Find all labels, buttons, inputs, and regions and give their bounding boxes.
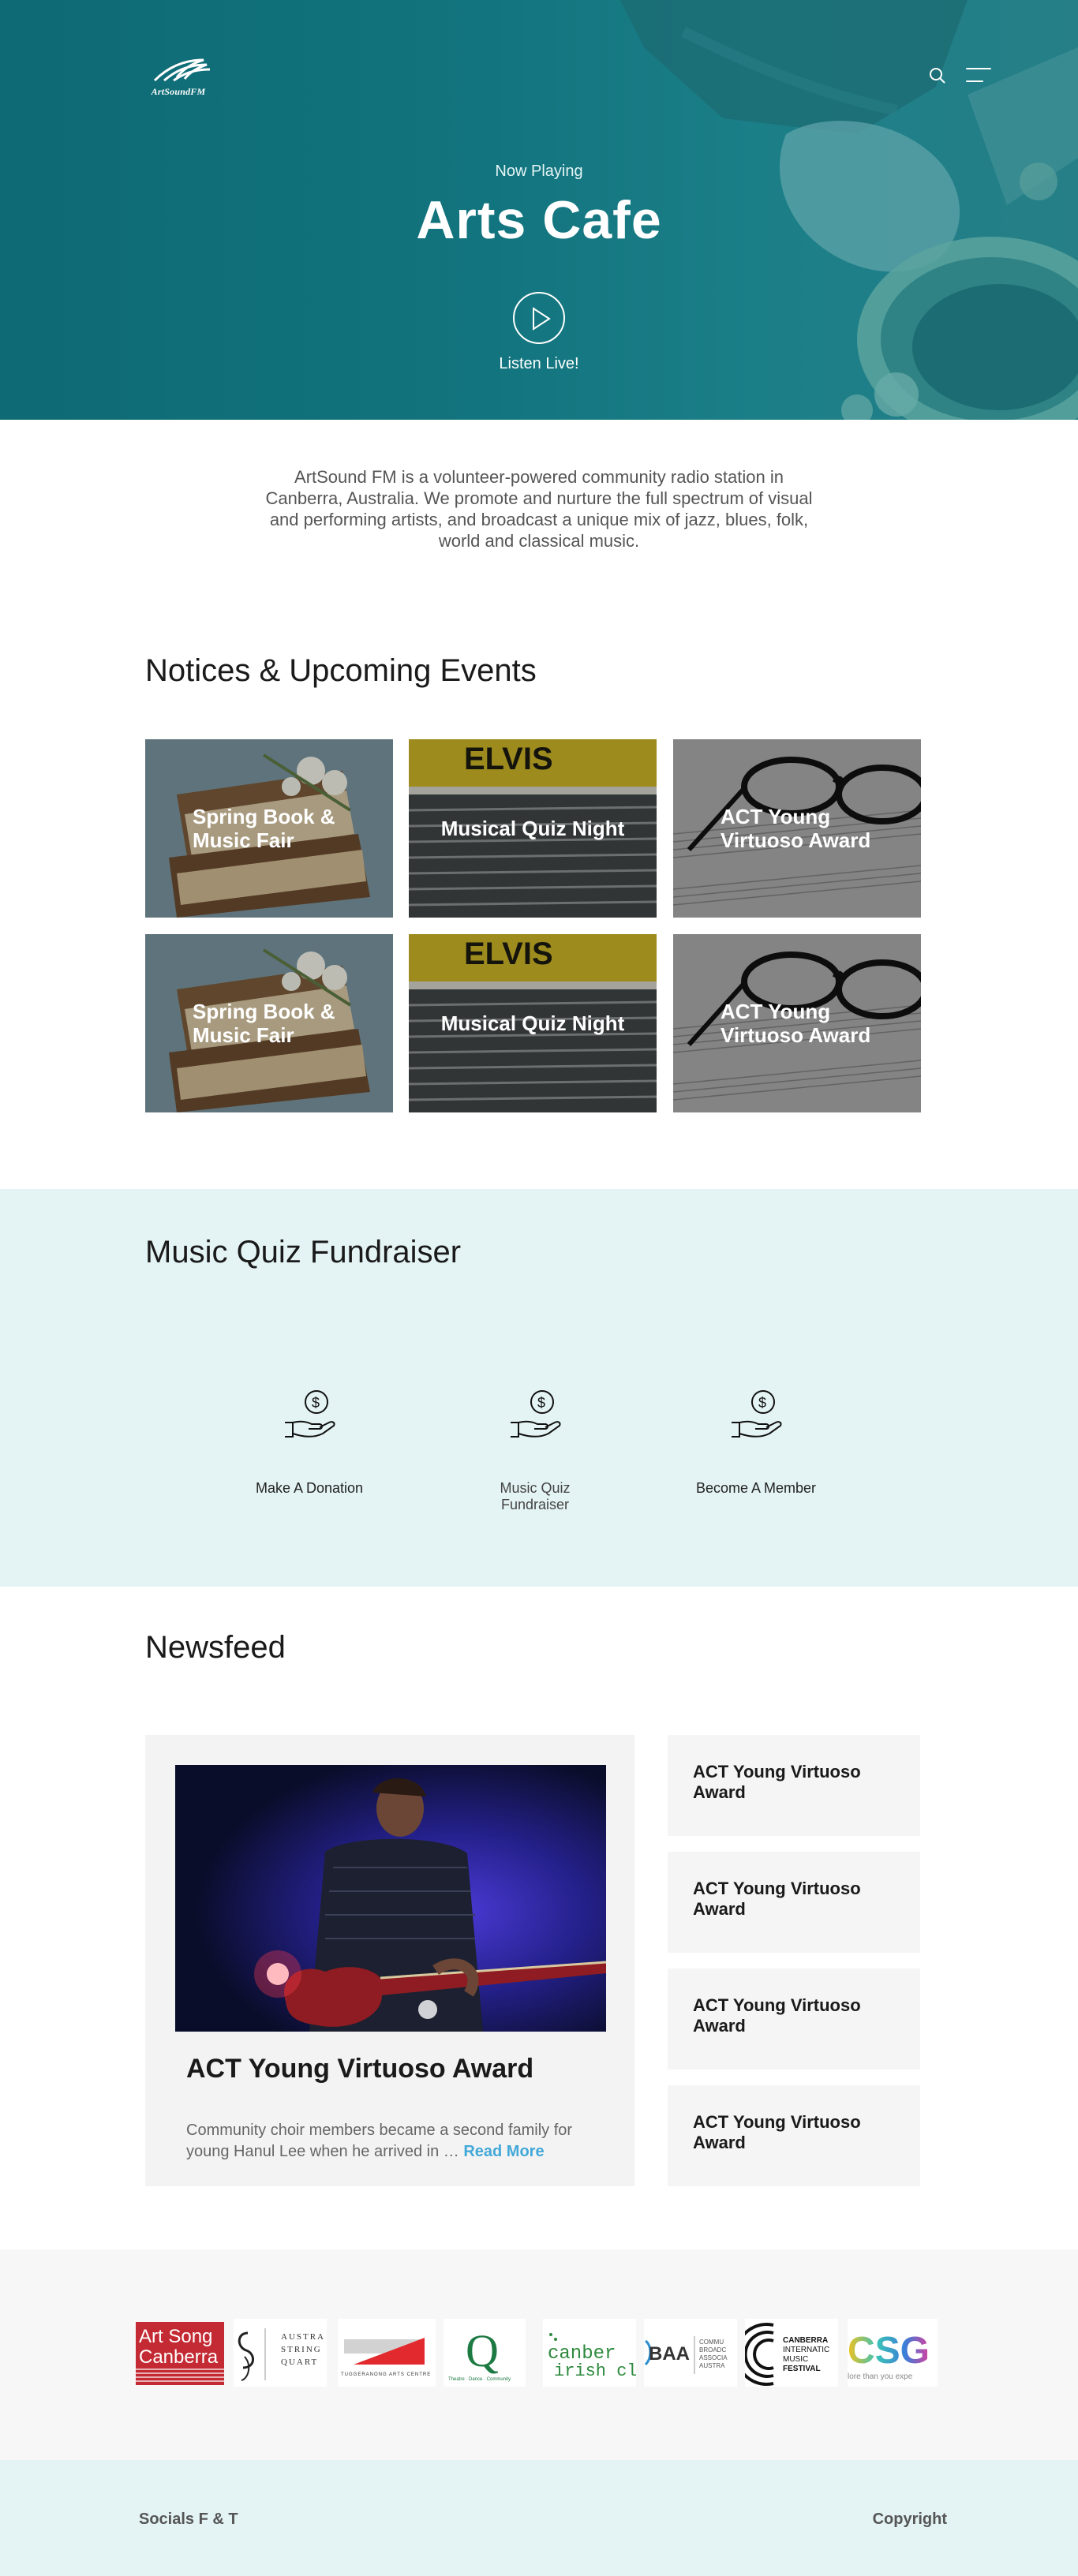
logo-text: lore than you expe: [848, 2372, 913, 2381]
fundraiser-section: Music Quiz Fundraiser $ Make A Donation …: [0, 1189, 1078, 1587]
footer-copyright: Copyright: [872, 2511, 947, 2528]
news-side-label: ACT Young Virtuoso Award: [693, 1995, 861, 2036]
donation-hand-icon: $: [511, 1390, 561, 1438]
station-intro-text: ArtSound FM is a volunteer-powered commu…: [265, 467, 813, 551]
make-donation-link[interactable]: $ Make A Donation: [238, 1386, 380, 1497]
search-icon[interactable]: [929, 67, 946, 84]
play-icon: [533, 307, 551, 331]
logo-text: BROADC: [699, 2346, 726, 2354]
music-quiz-fundraiser-link[interactable]: $ Music Quiz Fundraiser: [464, 1386, 606, 1513]
logo-text: Theatre · Dance · Community: [448, 2377, 511, 2382]
partner-logo-q-theatre[interactable]: Q Theatre · Dance · Community: [444, 2319, 526, 2387]
svg-text:$: $: [758, 1395, 766, 1411]
partner-logo-cbaa[interactable]: BAA COMMU BROADC ASSOCIA AUSTRA: [644, 2319, 737, 2387]
logo-text: INTERNATIC: [783, 2346, 829, 2354]
fund-item-label: Music Quiz Fundraiser: [500, 1480, 571, 1512]
menu-line: [966, 80, 983, 82]
listen-live-link[interactable]: Listen Live!: [0, 355, 1078, 373]
event-card[interactable]: ACT Young Virtuoso Award: [673, 934, 921, 1112]
footer-socials-link[interactable]: Socials F & T: [139, 2511, 238, 2529]
partner-logo-canberra-irish-club[interactable]: canber irish cl: [543, 2319, 636, 2387]
hero-banner: ArtSoundFM Now Playing Arts Cafe Listen …: [0, 0, 1078, 420]
artsoundfm-logo[interactable]: ArtSoundFM: [140, 54, 216, 98]
hamburger-menu-icon[interactable]: [966, 68, 991, 85]
become-member-link[interactable]: $ Become A Member: [685, 1386, 827, 1497]
donation-hand-icon: $: [285, 1390, 335, 1438]
event-card[interactable]: ACT Young Virtuoso Award: [673, 739, 921, 918]
news-side-item[interactable]: ACT Young Virtuoso Award: [668, 1968, 920, 2069]
logo-text: ASSOCIA: [699, 2354, 728, 2361]
site-footer: Socials F & T Copyright: [0, 2460, 1078, 2576]
now-playing-label: Now Playing: [495, 163, 583, 180]
waves-logo-icon: [153, 58, 211, 82]
news-side-item[interactable]: ACT Young Virtuoso Award: [668, 1735, 920, 1836]
logo-wordmark: ArtSoundFM: [151, 86, 206, 97]
logo-text: Canberra: [139, 2346, 219, 2368]
fundraiser-section-title: Music Quiz Fundraiser: [145, 1235, 462, 1269]
guitarist-illustration: [175, 1765, 606, 2032]
logo-text: FESTIVAL: [783, 2365, 821, 2373]
event-card[interactable]: ELVIS Musical Quiz Night: [409, 739, 657, 918]
logo-text: STRING: [281, 2345, 322, 2354]
logo-text: AUSTRA: [699, 2362, 725, 2369]
read-more-link[interactable]: Read More: [463, 2143, 544, 2160]
news-side-label: ACT Young Virtuoso Award: [693, 1762, 861, 1802]
newsfeed-section-title: Newsfeed: [145, 1630, 286, 1665]
svg-text:$: $: [537, 1395, 545, 1411]
fund-item-label: Become A Member: [695, 1480, 817, 1496]
news-headline[interactable]: ACT Young Virtuoso Award: [186, 2054, 533, 2084]
featured-news-card[interactable]: ACT Young Virtuoso Award Community choir…: [145, 1735, 634, 2186]
news-side-label: ACT Young Virtuoso Award: [693, 1879, 861, 1919]
event-label: Musical Quiz Night: [440, 817, 625, 840]
partner-logos-strip: Art Song Canberra AUSTRA STRING QUART TU…: [0, 2249, 1078, 2460]
logo-text: CANBERRA: [783, 2336, 828, 2345]
events-section-title: Notices & Upcoming Events: [145, 653, 537, 688]
logo-text: irish cl: [554, 2361, 636, 2381]
event-card[interactable]: Spring Book & Music Fair: [145, 739, 393, 918]
logo-text: Q: [466, 2325, 499, 2376]
donation-hand-icon: $: [732, 1390, 782, 1438]
logo-text: QUART: [281, 2357, 318, 2367]
guitarist-photo: [175, 1765, 606, 2032]
news-side-label: ACT Young Virtuoso Award: [693, 2112, 861, 2152]
logo-text: MUSIC: [783, 2355, 808, 2364]
logo-text: CSG: [848, 2330, 930, 2372]
news-side-item[interactable]: ACT Young Virtuoso Award: [668, 2085, 920, 2186]
play-button[interactable]: [513, 292, 565, 344]
fund-item-label: Make A Donation: [255, 1480, 364, 1496]
partner-logo-string-quartet[interactable]: AUSTRA STRING QUART: [234, 2319, 327, 2387]
news-side-item[interactable]: ACT Young Virtuoso Award: [668, 1852, 920, 1953]
menu-line: [966, 68, 991, 69]
event-label: Spring Book & Music Fair: [193, 1000, 335, 1047]
show-title: Arts Cafe: [416, 190, 662, 250]
partner-logo-art-song-canberra[interactable]: Art Song Canberra: [136, 2319, 224, 2387]
partner-logo-csg[interactable]: CSG lore than you expe: [848, 2319, 938, 2387]
event-card[interactable]: Spring Book & Music Fair: [145, 934, 393, 1112]
event-label: ACT Young Virtuoso Award: [721, 805, 871, 852]
partner-logo-tuggeranong-arts[interactable]: TUGGERANONG ARTS CENTRE: [338, 2319, 436, 2387]
event-label: Spring Book & Music Fair: [193, 805, 335, 852]
event-card[interactable]: ELVIS Musical Quiz Night: [409, 934, 657, 1112]
logo-text: TUGGERANONG ARTS CENTRE: [341, 2372, 431, 2377]
logo-text: BAA: [649, 2343, 690, 2365]
svg-text:$: $: [312, 1395, 320, 1411]
logo-text: Art Song: [139, 2326, 212, 2347]
news-excerpt: Community choir members became a second …: [186, 2120, 597, 2163]
event-label: ACT Young Virtuoso Award: [721, 1000, 871, 1047]
logo-text: COMMU: [699, 2339, 724, 2346]
event-label: Musical Quiz Night: [440, 1011, 625, 1035]
logo-text: AUSTRA: [281, 2332, 325, 2342]
partner-logo-cimf[interactable]: CANBERRA INTERNATIC MUSIC FESTIVAL: [745, 2319, 838, 2387]
